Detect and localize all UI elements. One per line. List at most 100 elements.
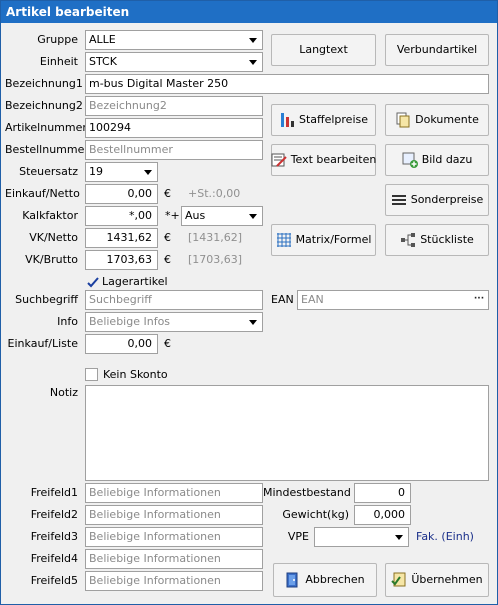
uebernehmen-button-label: Übernehmen [411, 573, 483, 586]
chevron-down-icon [249, 320, 257, 325]
text-bearbeiten-button[interactable]: Text bearbeiten [271, 144, 376, 176]
notiz-textarea[interactable] [85, 385, 489, 481]
mindestbestand-field[interactable]: 0 [354, 483, 411, 503]
abbrechen-button[interactable]: Abbrechen [273, 563, 377, 597]
kalkfaktor-mode-select[interactable]: Aus [181, 206, 263, 226]
bild-dazu-button[interactable]: Bild dazu [385, 144, 489, 176]
gruppe-value: ALLE [89, 33, 116, 46]
lagerartikel-checkbox[interactable] [85, 275, 101, 289]
einheit-select[interactable]: STCK [85, 52, 263, 72]
kalkfaktor-field[interactable]: *,00 [85, 206, 158, 226]
suchbegriff-label: Suchbegriff [15, 293, 78, 306]
vpe-unit-text: Fak. (Einh) [416, 530, 474, 543]
freifeld4-label: Freifeld4 [30, 552, 78, 565]
vk-brutto-bracket: [1703,63] [188, 253, 243, 266]
info-select[interactable]: Beliebige Infos [85, 312, 263, 332]
notiz-label: Notiz [49, 386, 78, 399]
vpe-select[interactable] [314, 527, 409, 547]
matrix-formel-button[interactable]: Matrix/Formel [271, 224, 376, 256]
kalkfaktor-operator: *+ [165, 209, 180, 222]
chevron-down-icon [249, 38, 257, 43]
freifeld3-label: Freifeld3 [30, 530, 78, 543]
verbundartikel-button-label: Verbundartikel [396, 43, 478, 56]
grid-icon [276, 232, 292, 248]
stueckliste-button[interactable]: Stückliste [385, 224, 489, 256]
artikelnummer-field[interactable]: 100294 [85, 118, 263, 138]
einkauf-netto-label: Einkauf/Netto [5, 187, 80, 200]
freifeld5-label: Freifeld5 [30, 574, 78, 587]
gewicht-field[interactable]: 0,000 [354, 505, 411, 525]
gruppe-label: Gruppe [37, 33, 78, 46]
vk-netto-label: VK/Netto [29, 231, 78, 244]
tree-icon [400, 232, 416, 248]
vk-netto-bracket: [1431,62] [188, 231, 243, 244]
freifeld2-field[interactable]: Beliebige Informationen [85, 505, 263, 525]
abbrechen-button-label: Abbrechen [305, 573, 365, 586]
text-bearbeiten-button-label: Text bearbeiten [290, 153, 377, 166]
staffelpreise-button-label: Staffelpreise [298, 113, 369, 126]
langtext-button[interactable]: Langtext [271, 34, 376, 66]
vk-brutto-field[interactable]: 1703,63 [85, 250, 158, 270]
info-label: Info [57, 315, 78, 328]
kein-skonto-checkbox[interactable] [85, 368, 98, 381]
freifeld2-label: Freifeld2 [30, 508, 78, 521]
einheit-value: STCK [89, 55, 117, 68]
stueckliste-button-label: Stückliste [420, 233, 474, 246]
steuersatz-value: 19 [89, 165, 103, 178]
freifeld5-field[interactable]: Beliebige Informationen [85, 571, 263, 591]
vk-netto-currency: € [164, 231, 171, 244]
steuersatz-label: Steuersatz [19, 165, 78, 178]
bezeichnung1-label: Bezeichnung1 [5, 77, 83, 90]
edit-text-icon [271, 152, 287, 168]
cancel-door-icon [285, 572, 301, 588]
ean-browse-button[interactable]: ··· [471, 292, 487, 308]
bestellnummer-label: Bestellnummer [5, 143, 89, 156]
kein-skonto-label: Kein Skonto [103, 368, 168, 381]
gruppe-select[interactable]: ALLE [85, 30, 263, 50]
einkauf-netto-field[interactable]: 0,00 [85, 184, 158, 204]
chevron-down-icon [249, 214, 257, 219]
sonderpreise-button-label: Sonderpreise [410, 193, 484, 206]
freifeld1-field[interactable]: Beliebige Informationen [85, 483, 263, 503]
einkauf-netto-currency: € [164, 187, 171, 200]
sonderpreise-button[interactable]: Sonderpreise [385, 184, 489, 216]
mindestbestand-label: Mindestbestand [263, 486, 351, 499]
vk-netto-field[interactable]: 1431,62 [85, 228, 158, 248]
price-list-icon [391, 192, 407, 208]
freifeld1-label: Freifeld1 [30, 486, 78, 499]
bestellnummer-field[interactable]: Bestellnummer [85, 140, 263, 160]
ean-field[interactable]: EAN ··· [297, 290, 489, 310]
chevron-down-icon [144, 170, 152, 175]
einkauf-liste-field[interactable]: 0,00 [85, 334, 158, 354]
documents-icon [395, 112, 411, 128]
staffelpreise-button[interactable]: Staffelpreise [271, 104, 376, 136]
einkauf-liste-currency: € [164, 337, 171, 350]
langtext-button-label: Langtext [299, 43, 348, 56]
freifeld4-field[interactable]: Beliebige Informationen [85, 549, 263, 569]
ean-placeholder: EAN [301, 293, 324, 306]
verbundartikel-button[interactable]: Verbundartikel [385, 34, 489, 66]
vk-brutto-label: VK/Brutto [25, 253, 78, 266]
staffelpreise-icon [279, 112, 295, 128]
suchbegriff-field[interactable]: Suchbegriff [85, 290, 263, 310]
chevron-down-icon [395, 535, 403, 540]
accept-icon [391, 572, 407, 588]
window-title: Artikel bearbeiten [1, 1, 497, 23]
steuersatz-select[interactable]: 19 [85, 162, 158, 182]
bild-dazu-button-label: Bild dazu [421, 153, 473, 166]
freifeld3-field[interactable]: Beliebige Informationen [85, 527, 263, 547]
dokumente-button[interactable]: Dokumente [385, 104, 489, 136]
einheit-label: Einheit [39, 55, 78, 68]
checkmark-icon [87, 277, 99, 288]
gewicht-label: Gewicht(kg) [282, 508, 349, 521]
uebernehmen-button[interactable]: Übernehmen [385, 563, 489, 597]
dokumente-button-label: Dokumente [415, 113, 479, 126]
kalkfaktor-mode-value: Aus [185, 209, 206, 222]
chevron-down-icon [249, 60, 257, 65]
artikelnummer-label: Artikelnummer [5, 121, 87, 134]
info-placeholder: Beliebige Infos [89, 315, 171, 328]
article-edit-window: Artikel bearbeiten Gruppe ALLE Einheit S… [0, 0, 498, 605]
bezeichnung2-field[interactable]: Bezeichnung2 [85, 96, 263, 116]
bezeichnung1-field[interactable]: m-bus Digital Master 250 [85, 74, 489, 94]
einkauf-netto-tax: +St.:0,00 [188, 187, 241, 200]
